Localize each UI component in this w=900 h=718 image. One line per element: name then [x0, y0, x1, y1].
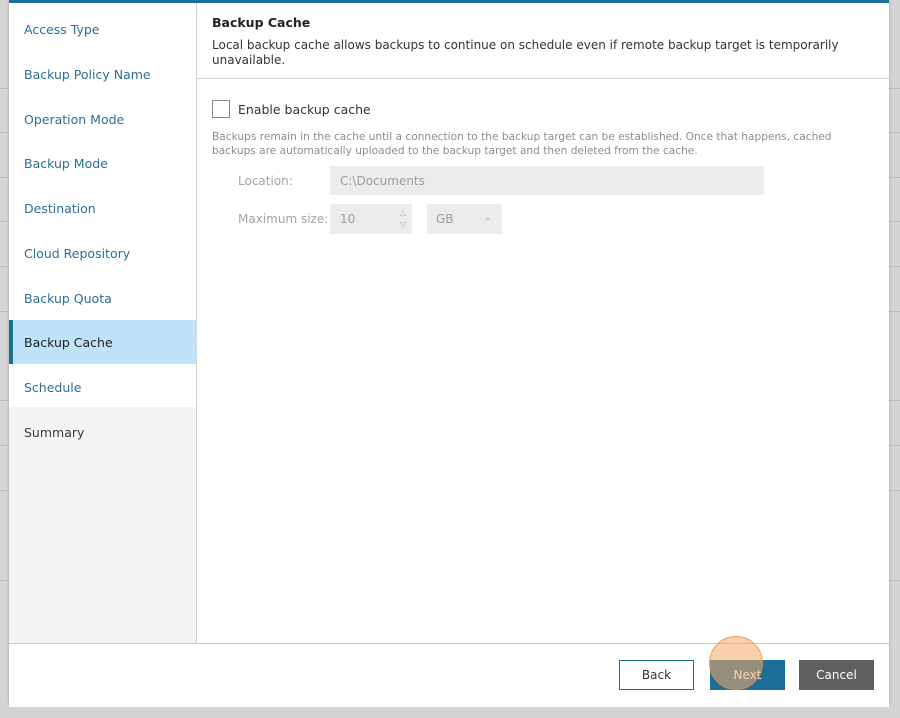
step-header: Backup Cache Local backup cache allows b…	[197, 3, 889, 79]
step-label: Destination	[24, 200, 96, 216]
chevron-down-icon: ⌄	[483, 212, 492, 223]
step-summary[interactable]: Summary	[9, 410, 196, 454]
step-destination[interactable]: Destination	[9, 186, 196, 230]
enable-cache-row[interactable]: Enable backup cache	[212, 100, 371, 118]
size-unit-select[interactable]: GB ⌄	[427, 204, 502, 234]
location-input[interactable]	[330, 166, 764, 195]
step-label: Backup Quota	[24, 290, 112, 306]
back-button[interactable]: Back	[619, 660, 694, 690]
page-title: Backup Cache	[212, 15, 311, 30]
step-access-type[interactable]: Access Type	[9, 7, 196, 51]
step-operation-mode[interactable]: Operation Mode	[9, 97, 196, 141]
next-button[interactable]: Next	[710, 660, 785, 690]
step-backup-quota[interactable]: Backup Quota	[9, 276, 196, 320]
cancel-button[interactable]: Cancel	[799, 660, 874, 690]
chevron-down-icon[interactable]: ▽	[400, 221, 406, 229]
step-schedule[interactable]: Schedule	[9, 365, 196, 409]
step-label: Cloud Repository	[24, 245, 131, 261]
max-size-value: 10	[340, 212, 356, 226]
cache-description: Backups remain in the cache until a conn…	[212, 131, 832, 157]
location-label: Location:	[238, 174, 293, 188]
step-backup-cache[interactable]: Backup Cache	[9, 320, 204, 364]
wizard-steps-sidebar: Access Type Backup Policy Name Operation…	[9, 3, 204, 643]
max-size-stepper[interactable]: 10 △ ▽	[330, 204, 412, 234]
step-label: Access Type	[24, 21, 100, 37]
backup-policy-wizard: Access Type Backup Policy Name Operation…	[9, 0, 889, 707]
chevron-up-icon[interactable]: △	[400, 209, 406, 217]
step-backup-policy-name[interactable]: Backup Policy Name	[9, 52, 196, 96]
enable-backup-cache-label[interactable]: Enable backup cache	[238, 102, 371, 117]
step-label: Summary	[24, 424, 85, 440]
wizard-footer: Back Next Cancel	[9, 643, 889, 707]
page-description: Local backup cache allows backups to con…	[212, 38, 839, 67]
size-unit-value: GB	[436, 212, 454, 226]
enable-backup-cache-checkbox[interactable]	[212, 100, 230, 118]
step-label: Operation Mode	[24, 111, 125, 127]
step-label: Backup Policy Name	[24, 66, 151, 82]
step-label: Backup Mode	[24, 155, 108, 171]
step-cloud-repository[interactable]: Cloud Repository	[9, 231, 196, 275]
max-size-label: Maximum size:	[238, 212, 329, 226]
step-backup-mode[interactable]: Backup Mode	[9, 141, 196, 185]
step-label: Schedule	[24, 379, 82, 395]
step-content: Backup Cache Local backup cache allows b…	[197, 3, 889, 643]
step-label: Backup Cache	[24, 334, 113, 350]
